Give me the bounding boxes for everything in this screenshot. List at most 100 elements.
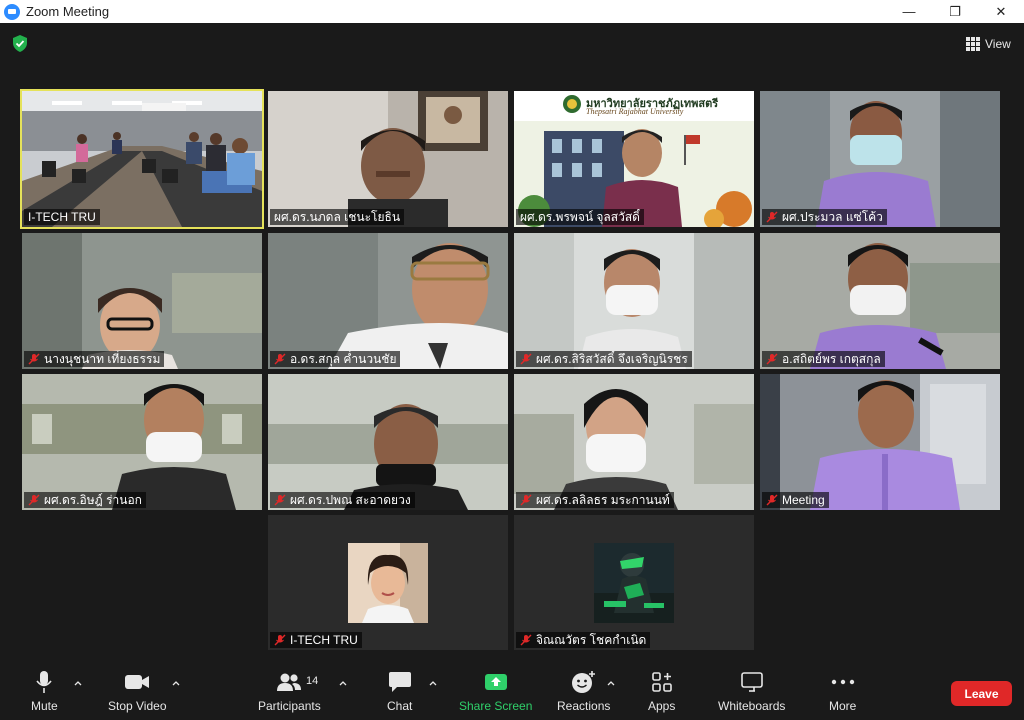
mute-button[interactable]: Mute [31,668,58,713]
video-tile-4[interactable]: ผศ.ประมวล แซ่โค้ว [760,91,1000,227]
video-tile-1[interactable]: I-TECH TRU [20,89,264,229]
participant-name: ผศ.ดร.ปพณ สะอาดยวง [290,492,411,507]
participant-video [514,233,754,369]
mic-muted-icon [766,211,778,223]
emoji-plus-icon [571,671,595,693]
whiteboard-icon [740,672,763,692]
window-controls: — ❐ ✕ [886,0,1024,23]
participant-video [22,233,262,369]
close-button[interactable]: ✕ [978,0,1024,23]
stop-video-button[interactable]: Stop Video [108,668,167,713]
participant-nameplate: I-TECH TRU [24,209,100,225]
share-screen-icon [484,674,507,690]
view-label: View [985,37,1011,51]
window-title: Zoom Meeting [26,4,110,19]
participant-name: จิณณวัตร โชคกำเนิด [536,632,647,647]
video-tile-2[interactable]: ผศ.ดร.นภดล เชนะโยธิน [268,91,508,227]
video-tile-14[interactable]: จิณณวัตร โชคกำเนิด [514,515,754,650]
maximize-button[interactable]: ❐ [932,0,978,23]
zoom-logo-icon [4,3,20,20]
title-bar: Zoom Meeting — ❐ ✕ [0,0,1024,23]
more-label: More [829,699,857,713]
mic-muted-icon [274,494,286,506]
video-tile-6[interactable]: อ.ดร.สกุล ค่ำนวนชัย [268,233,508,369]
mic-muted-icon [766,494,778,506]
participant-nameplate: จิณณวัตร โชคกำเนิด [516,632,651,648]
classroom-scene [22,91,262,227]
view-button[interactable]: View [960,33,1017,55]
participant-name: ผศ.ดร.สิริสวัสดิ์ จึงเจริญนิรชร [536,351,688,366]
participant-name: ผศ.ดร.ลลิลธร มระกานนท์ [536,492,670,507]
chevron-up-icon[interactable] [74,680,82,686]
more-button[interactable]: More [829,668,856,713]
apps-button[interactable]: Apps [648,668,675,713]
participant-nameplate: อ.ดร.สกุล ค่ำนวนชัย [270,351,401,367]
participant-video [22,374,262,510]
video-tile-8[interactable]: อ.สถิตย์พร เกตุสกุล [760,233,1000,369]
share-screen-label: Share Screen [459,699,533,713]
participant-video [760,374,1000,510]
participant-nameplate: ผศ.ดร.อิษฎ์ ร่านอก [24,492,146,508]
participant-name: อ.สถิตย์พร เกตุสกุล [782,351,881,366]
chevron-up-icon[interactable] [607,680,615,686]
participant-name: อ.ดร.สกุล ค่ำนวนชัย [290,351,397,366]
reactions-label: Reactions [557,699,611,713]
participant-video [514,374,754,510]
participant-nameplate: ผศ.ดร.นภดล เชนะโยธิน [270,209,405,225]
chat-button[interactable]: Chat [387,668,412,713]
grid-view-icon [966,37,980,51]
chat-label: Chat [387,699,413,713]
video-stage: View I-TECH TRU ผศ.ดร.นภดล เชนะโยธิน มหา… [0,23,1024,660]
participant-name: I-TECH TRU [28,210,96,224]
participant-name: นางนุชนาท เที่ยงธรรม [44,351,161,366]
participant-nameplate: อ.สถิตย์พร เกตุสกุล [762,351,885,367]
mic-muted-icon [274,353,286,365]
participant-name: ผศ.ประมวล แซ่โค้ว [782,209,883,224]
share-screen-button[interactable]: Share Screen [459,668,532,713]
video-tile-7[interactable]: ผศ.ดร.สิริสวัสดิ์ จึงเจริญนิรชร [514,233,754,369]
whiteboards-label: Whiteboards [718,699,786,713]
minimize-button[interactable]: — [886,0,932,23]
participant-nameplate: ผศ.ดร.ปพณ สะอาดยวง [270,492,415,508]
meeting-toolbar: Mute Stop Video Participants 14 Chat Sha… [0,660,1024,720]
participants-icon [277,673,302,691]
video-tile-13[interactable]: I-TECH TRU [268,515,508,650]
participant-nameplate: ผศ.ประมวล แซ่โค้ว [762,209,887,225]
ellipsis-icon [831,679,854,685]
video-tile-3[interactable]: มหาวิทยาลัยราชภัฏเทพสตรี Thepsatri Rajab… [514,91,754,227]
chevron-up-icon[interactable] [429,680,437,686]
participant-name: ผศ.ดร.พรพจน์ จุลสวัสดิ์ [520,209,640,224]
participant-nameplate: นางนุชนาท เที่ยงธรรม [24,351,165,367]
video-tile-12[interactable]: Meeting [760,374,1000,510]
microphone-icon [36,671,52,693]
mic-muted-icon [274,634,286,646]
stop-video-label: Stop Video [108,699,167,713]
video-tile-10[interactable]: ผศ.ดร.ปพณ สะอาดยวง [268,374,508,510]
chevron-up-icon[interactable] [172,680,180,686]
video-tile-5[interactable]: นางนุชนาท เที่ยงธรรม [22,233,262,369]
reactions-button[interactable]: Reactions [557,668,610,713]
participant-name: Meeting [782,493,825,507]
mic-muted-icon [766,353,778,365]
participant-nameplate: ผศ.ดร.สิริสวัสดิ์ จึงเจริญนิรชร [516,351,692,367]
participants-count: 14 [306,675,319,687]
video-tile-11[interactable]: ผศ.ดร.ลลิลธร มระกานนท์ [514,374,754,510]
participant-nameplate: Meeting [762,492,829,508]
chevron-up-icon[interactable] [339,680,347,686]
leave-button[interactable]: Leave [951,681,1012,706]
university-banner-subtitle: Thepsatri Rajabhat University [586,107,684,116]
profile-photo [348,543,428,623]
mute-label: Mute [31,699,58,713]
mic-muted-icon [520,494,532,506]
participant-video [760,233,1000,369]
video-tile-9[interactable]: ผศ.ดร.อิษฎ์ ร่านอก [22,374,262,510]
participant-video [760,91,1000,227]
participant-name: ผศ.ดร.อิษฎ์ ร่านอก [44,492,142,507]
apps-icon [651,672,672,692]
shield-check-icon[interactable] [12,35,28,52]
whiteboards-button[interactable]: Whiteboards [718,668,785,713]
profile-avatar [594,543,674,623]
participant-nameplate: ผศ.ดร.พรพจน์ จุลสวัสดิ์ [516,209,644,225]
mic-muted-icon [28,494,40,506]
participant-video [268,233,508,369]
